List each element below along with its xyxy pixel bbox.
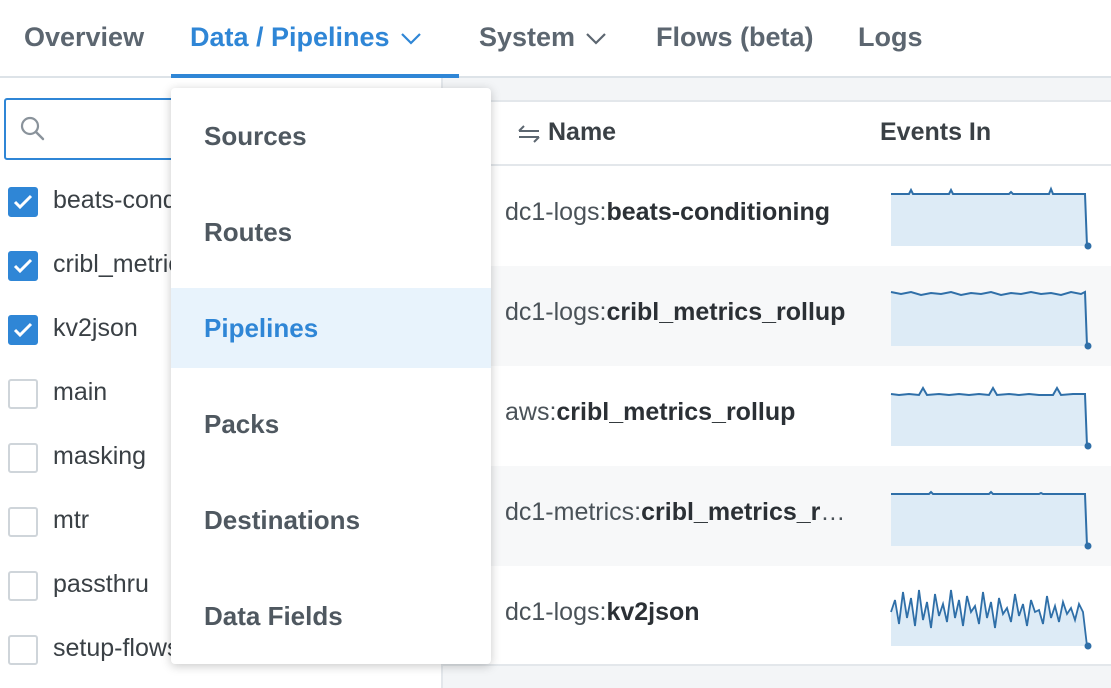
checkbox[interactable] xyxy=(8,251,38,281)
tab-flows-beta[interactable]: Flows (beta) xyxy=(656,0,814,76)
events-in-sparkline xyxy=(889,482,1099,552)
tab-data-pipelines[interactable]: Data / Pipelines xyxy=(171,0,459,78)
check-icon xyxy=(13,193,33,211)
pipeline-name: dc1-logs:cribl_metrics_rollup xyxy=(505,298,850,327)
tab-label: Overview xyxy=(24,22,144,52)
data-pipelines-dropdown-menu: Sources Routes Pipelines Packs Destinati… xyxy=(171,88,491,664)
search-icon xyxy=(20,116,46,147)
table-row[interactable]: dc1-logs:cribl_metrics_rollup xyxy=(443,266,1111,366)
chevron-down-icon xyxy=(400,0,422,74)
tab-label: Logs xyxy=(858,22,923,52)
menu-item-pipelines[interactable]: Pipelines xyxy=(171,288,491,368)
checkbox[interactable] xyxy=(8,443,38,473)
checkbox[interactable] xyxy=(8,315,38,345)
tab-overview[interactable]: Overview xyxy=(24,0,144,76)
pipelines-table: Name Events In dc1-logs:beats-conditioni… xyxy=(443,100,1111,666)
checkbox[interactable] xyxy=(8,379,38,409)
column-header-name[interactable]: Name xyxy=(548,118,616,147)
table-row[interactable]: dc1-logs:kv2json xyxy=(443,566,1111,666)
menu-item-data-fields[interactable]: Data Fields xyxy=(171,576,491,656)
tab-logs[interactable]: Logs xyxy=(858,0,923,76)
events-in-sparkline xyxy=(889,582,1099,652)
filter-label: main xyxy=(53,378,107,407)
filter-label: kv2json xyxy=(53,314,138,343)
pipeline-name: aws:cribl_metrics_rollup xyxy=(505,398,850,427)
table-row[interactable]: aws:cribl_metrics_rollup xyxy=(443,366,1111,466)
events-in-sparkline xyxy=(889,382,1099,452)
chevron-down-icon xyxy=(585,0,607,74)
tab-label: Flows (beta) xyxy=(656,22,814,52)
filter-label: masking xyxy=(53,442,146,471)
top-navigation: Overview Data / Pipelines System Flows (… xyxy=(0,0,1111,78)
check-icon xyxy=(13,321,33,339)
checkbox[interactable] xyxy=(8,571,38,601)
filter-label: setup-flows xyxy=(53,634,179,663)
table-row[interactable]: dc1-logs:beats-conditioning xyxy=(443,166,1111,266)
filter-label: passthru xyxy=(53,570,149,599)
tab-label: Data / Pipelines xyxy=(190,22,390,52)
checkbox[interactable] xyxy=(8,187,38,217)
pipeline-name: dc1-metrics:cribl_metrics_rollup xyxy=(505,498,850,527)
checkbox[interactable] xyxy=(8,507,38,537)
menu-item-packs[interactable]: Packs xyxy=(171,384,491,464)
events-in-sparkline xyxy=(889,182,1099,252)
menu-item-routes[interactable]: Routes xyxy=(171,192,491,272)
tab-system[interactable]: System xyxy=(479,0,607,76)
column-header-events-in[interactable]: Events In xyxy=(880,118,991,147)
pipeline-name: dc1-logs:beats-conditioning xyxy=(505,198,850,227)
sort-icon[interactable] xyxy=(517,124,541,149)
filter-label: mtr xyxy=(53,506,89,535)
events-in-sparkline xyxy=(889,282,1099,352)
tab-label: System xyxy=(479,22,575,52)
menu-item-sources[interactable]: Sources xyxy=(171,96,491,176)
pipelines-panel: Name Events In dc1-logs:beats-conditioni… xyxy=(443,78,1111,688)
check-icon xyxy=(13,257,33,275)
menu-item-destinations[interactable]: Destinations xyxy=(171,480,491,560)
pipeline-name: dc1-logs:kv2json xyxy=(505,598,850,627)
table-header: Name Events In xyxy=(443,102,1111,166)
table-row[interactable]: dc1-metrics:cribl_metrics_rollup xyxy=(443,466,1111,566)
checkbox[interactable] xyxy=(8,635,38,665)
